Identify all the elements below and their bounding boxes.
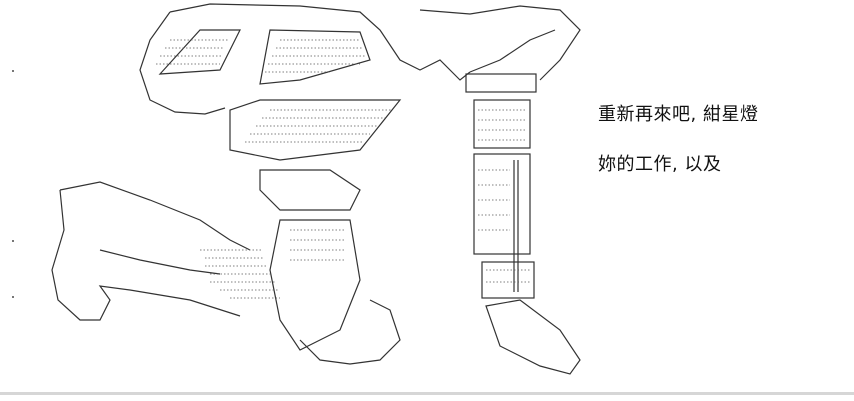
art-head-left [139, 11, 226, 115]
stray-dot [12, 240, 14, 242]
art-left-hand [51, 189, 241, 321]
art-arm-lower [469, 29, 556, 73]
stray-dot [12, 70, 14, 72]
art-pillar-tip [485, 299, 581, 375]
art-leg-center [269, 219, 361, 351]
art-head-outline [169, 3, 471, 81]
art-leg-curl [299, 299, 401, 365]
art-torso-left [229, 99, 402, 161]
art-arm-upper [419, 5, 581, 81]
art-head-inner [158, 29, 241, 75]
art-head-inner2 [259, 29, 371, 85]
ascii-art-illustration [51, 3, 581, 375]
art-left-arm [59, 181, 251, 251]
stray-dot [12, 296, 14, 298]
bottom-divider [0, 392, 854, 395]
art-pillar-body1 [473, 99, 531, 149]
art-pillar-body3 [481, 261, 535, 299]
art-pillar-top [465, 73, 537, 93]
caption-line-2: 妳的工作, 以及 [598, 154, 722, 175]
caption-line-1: 重新再來吧, 紺星燈 [598, 104, 759, 125]
art-left-arm-lower [99, 249, 221, 275]
art-chest [259, 169, 361, 211]
art-pillar-body2 [473, 153, 531, 255]
